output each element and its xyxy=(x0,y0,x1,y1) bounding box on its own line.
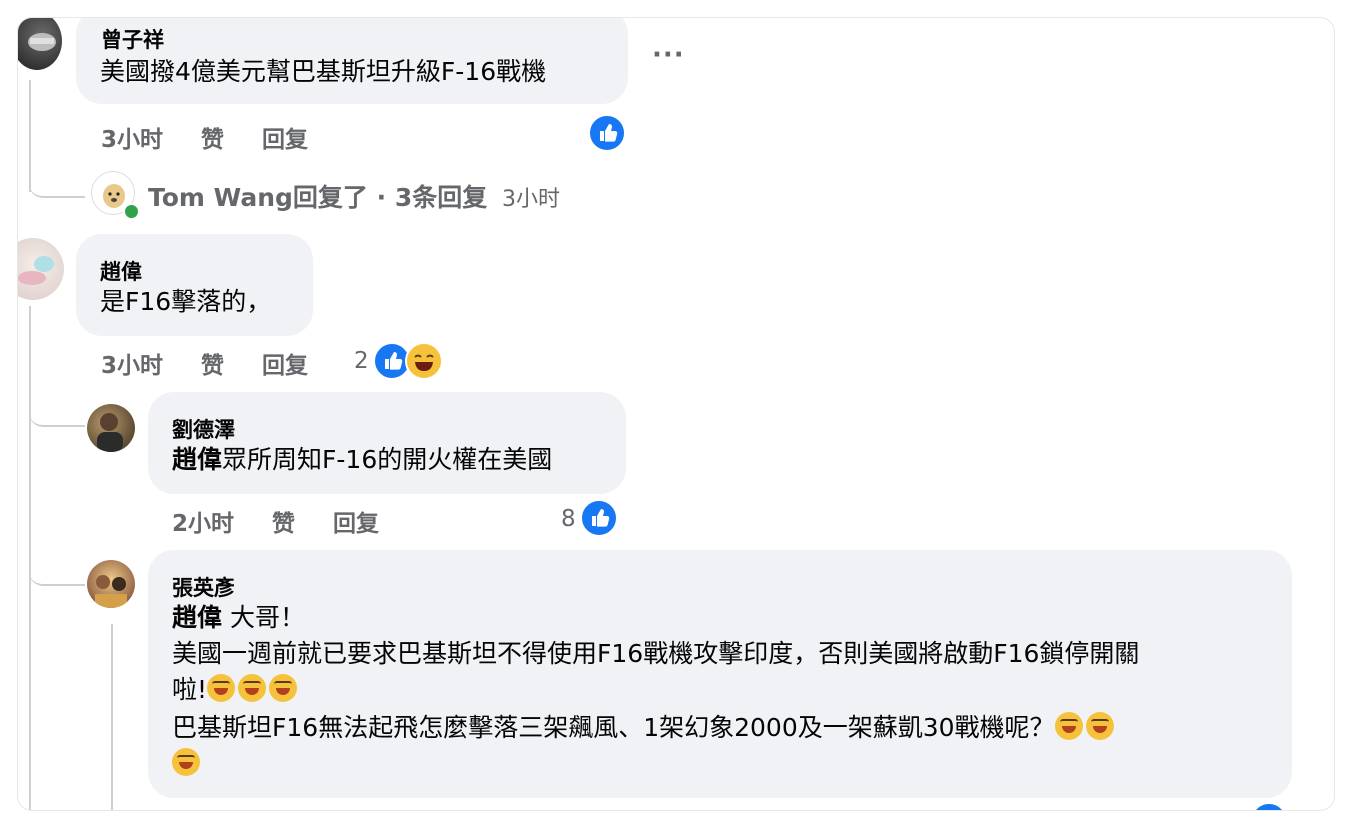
more-options-button[interactable]: ··· xyxy=(652,40,685,70)
reply-line-1: 趙偉 大哥！ xyxy=(172,600,305,636)
reply-line-4: 巴基斯坦F16無法起飛怎麼擊落三架飆風、1架幻象2000及一架蘇凱30戰機呢？ xyxy=(172,710,1117,746)
comment-text: 是F16擊落的， xyxy=(100,287,272,316)
comment-text: 美國撥4億美元幫巴基斯坦升級F-16戰機 xyxy=(100,57,547,86)
reply-line-3-text: 啦! xyxy=(172,675,208,704)
reply-text: 趙偉眾所周知F-16的開火權在美國 xyxy=(172,442,552,478)
reply-time[interactable]: 2小时 xyxy=(172,504,234,538)
mention-link[interactable]: 趙偉 xyxy=(172,603,222,632)
thread-line xyxy=(111,624,113,810)
comment-actions: 3小时 赞 回复 xyxy=(101,120,308,154)
view-replies-link[interactable]: Tom Wang回复了 · 3条回复 3小时 xyxy=(148,178,560,214)
thread-connector xyxy=(29,158,85,198)
reply-line-3: 啦! xyxy=(172,672,300,708)
reply-button[interactable]: 回复 xyxy=(262,120,308,154)
mention-link[interactable]: 趙偉 xyxy=(172,445,222,474)
like-button[interactable]: 赞 xyxy=(201,120,224,154)
comments-panel: 曾子祥 美國撥4億美元幫巴基斯坦升級F-16戰機 ··· 3小时 赞 回复 To… xyxy=(18,18,1334,810)
like-reaction-icon[interactable] xyxy=(580,499,618,537)
thumbs-up-icon xyxy=(385,352,403,370)
laughing-face-icon xyxy=(414,354,434,371)
reply-button[interactable]: 回复 xyxy=(333,504,379,538)
reply-summary-time: 3小时 xyxy=(501,187,560,212)
reply-line-2: 美國一週前就已要求巴基斯坦不得使用F16戰機攻擊印度，否則美國將啟動F16鎖停開… xyxy=(172,639,1140,668)
avatar-image xyxy=(97,413,123,452)
reply-author[interactable]: 劉德澤 xyxy=(172,414,235,444)
online-status-dot xyxy=(123,203,140,220)
comment-author[interactable]: 曾子祥 xyxy=(101,24,164,54)
thumbs-up-icon xyxy=(600,124,618,142)
reply-author[interactable]: 張英彥 xyxy=(172,572,235,602)
reply-line-4-text: 巴基斯坦F16無法起飛怎麼擊落三架飆風、1架幻象2000及一架蘇凱30戰機呢？ xyxy=(172,713,1055,742)
reaction-count[interactable]: 8 xyxy=(561,506,576,532)
comment-actions: 3小时 赞 回复 xyxy=(101,346,308,380)
comment-time[interactable]: 3小时 xyxy=(101,346,163,380)
haha-reaction-icon[interactable] xyxy=(405,342,443,380)
comment-time[interactable]: 3小时 xyxy=(101,120,163,154)
reply-author: Tom Wang xyxy=(148,183,293,212)
comment-author[interactable]: 趙偉 xyxy=(100,256,142,286)
reply-button[interactable]: 回复 xyxy=(262,346,308,380)
thread-connector xyxy=(29,550,85,586)
rolling-laughing-emoji-icon xyxy=(238,674,267,702)
reply-summary-text: 回复了 · 3条回复 xyxy=(292,183,488,212)
reaction-count[interactable]: 2 xyxy=(354,348,369,374)
avatar-zeng[interactable] xyxy=(18,18,62,70)
avatar-liu-deze[interactable] xyxy=(87,404,135,452)
avatar-image xyxy=(18,256,54,285)
rolling-laughing-emoji-icon xyxy=(207,674,236,702)
like-reaction-icon[interactable] xyxy=(1250,802,1288,810)
rolling-laughing-emoji-icon xyxy=(269,674,298,702)
rolling-laughing-emoji-icon xyxy=(1054,712,1083,740)
reply-actions: 2小时 赞 回复 xyxy=(172,504,379,538)
reply-line-1-rest: 大哥！ xyxy=(222,603,305,632)
thread-connector xyxy=(29,393,85,427)
avatar-zhang-yingyan[interactable] xyxy=(87,560,135,608)
avatar-image xyxy=(95,575,127,608)
rolling-laughing-emoji-icon xyxy=(172,748,200,776)
like-button[interactable]: 赞 xyxy=(272,504,295,538)
like-reaction-icon[interactable] xyxy=(588,114,626,152)
avatar-zhao-wei[interactable] xyxy=(18,238,64,300)
like-button[interactable]: 赞 xyxy=(201,346,224,380)
rolling-laughing-emoji-icon xyxy=(1085,712,1114,740)
avatar-image xyxy=(28,33,56,51)
reply-bubble[interactable] xyxy=(148,550,1292,798)
thumbs-up-icon xyxy=(592,509,610,527)
reply-line-5 xyxy=(172,746,203,782)
reply-body: 眾所周知F-16的開火權在美國 xyxy=(222,445,553,474)
